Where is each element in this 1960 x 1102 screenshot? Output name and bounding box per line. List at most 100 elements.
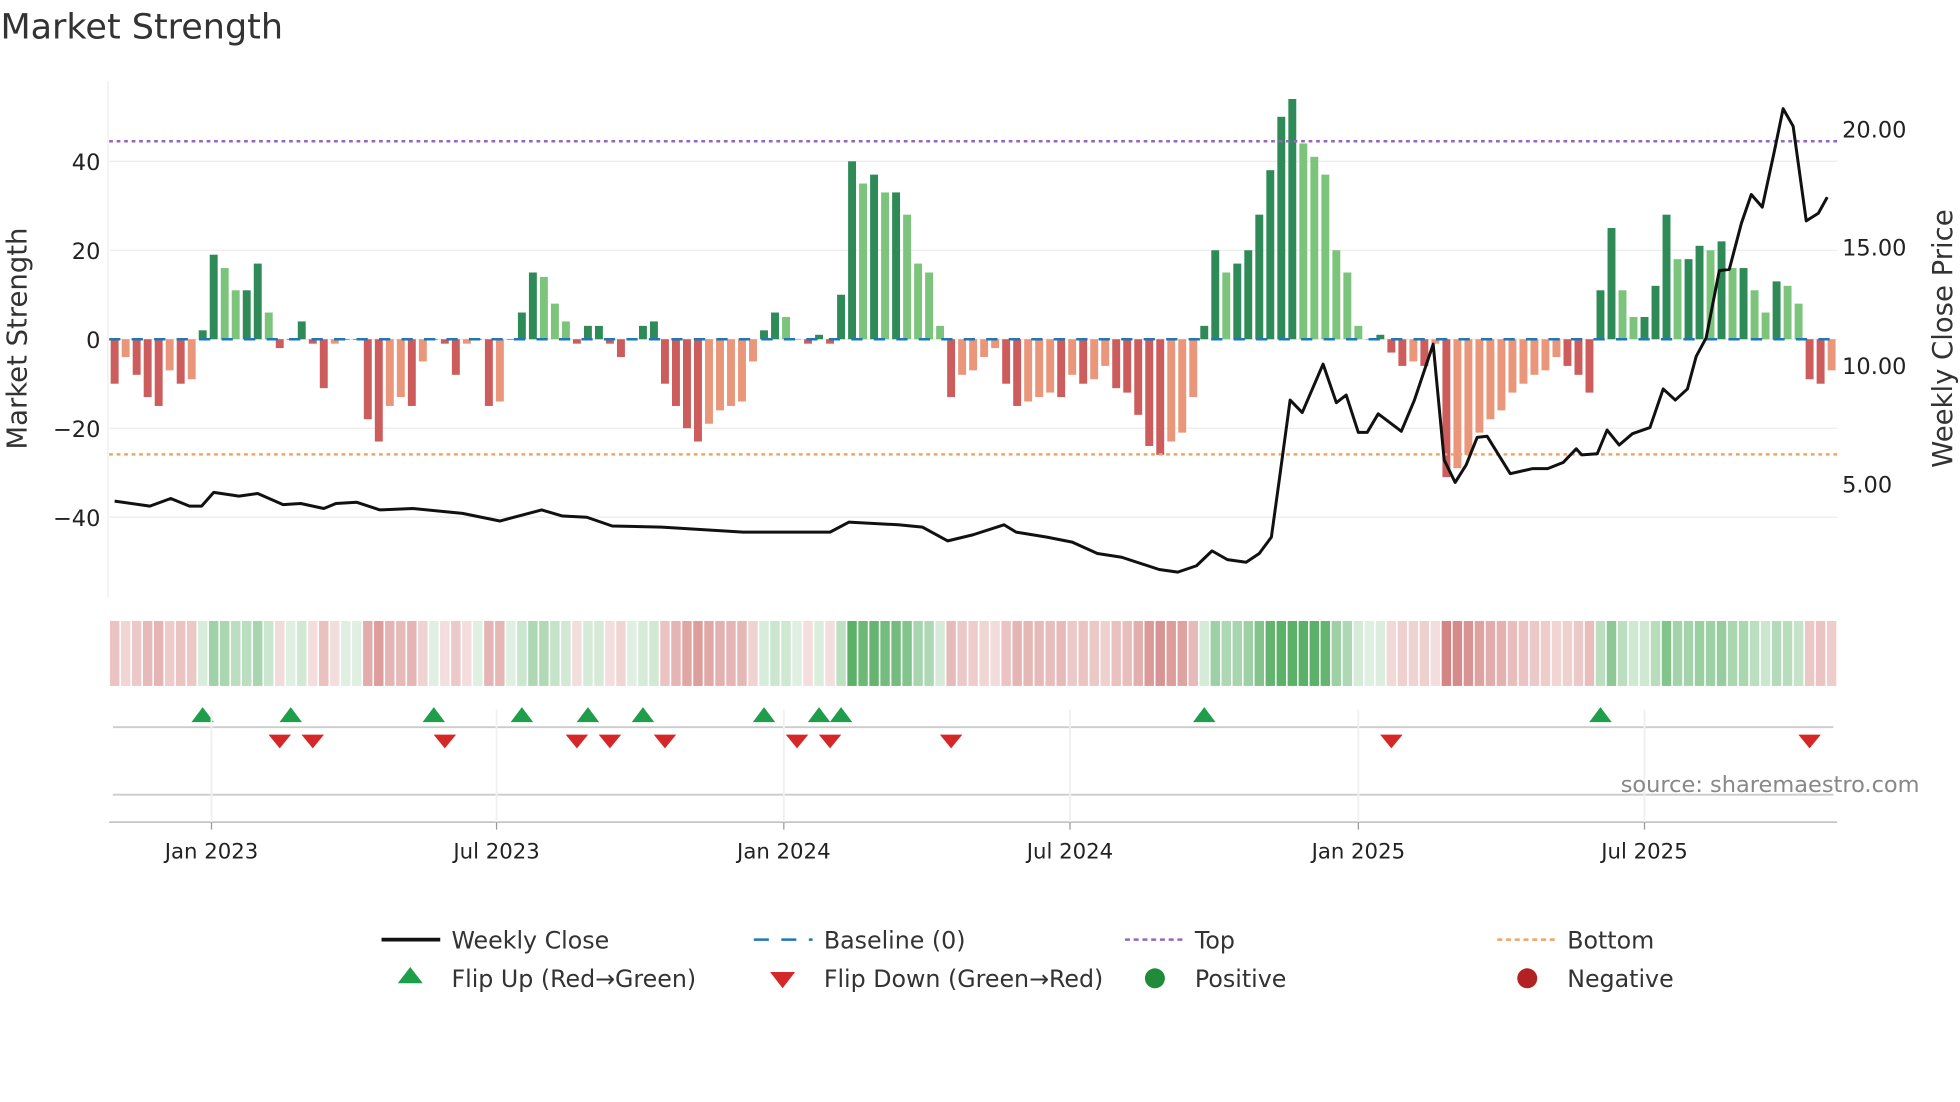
flip-up-marker <box>422 707 446 723</box>
heat-cell <box>1551 620 1562 686</box>
strength-bar <box>1805 339 1814 380</box>
heat-cell <box>1177 620 1187 686</box>
heat-cell <box>1100 620 1110 686</box>
heat-cell <box>583 620 593 686</box>
heat-cell <box>1188 620 1198 686</box>
heat-cell <box>704 620 714 686</box>
heat-cell <box>1815 620 1826 686</box>
heat-cell <box>1584 620 1595 686</box>
heat-cell <box>1760 620 1771 686</box>
strength-bar <box>1607 228 1616 340</box>
strength-bar <box>782 316 790 340</box>
heat-cell <box>1386 620 1397 686</box>
strength-bar <box>297 321 306 340</box>
heat-cell <box>1573 620 1584 686</box>
heat-strip <box>109 620 1837 686</box>
heat-cell <box>726 620 736 686</box>
strength-bar <box>198 330 207 340</box>
strength-bar <box>848 161 857 340</box>
heat-cell <box>1133 620 1143 686</box>
strength-bar <box>495 339 504 402</box>
strength-bar <box>1508 339 1517 393</box>
y2-tick-label: 20.00 <box>1842 117 1906 143</box>
heat-cell <box>473 620 483 686</box>
heat-cell <box>484 620 494 686</box>
heat-cell <box>924 620 934 686</box>
heat-cell <box>1694 620 1705 686</box>
heat-cell <box>649 620 659 686</box>
heat-cell <box>781 620 791 686</box>
strength-bar <box>1002 339 1011 384</box>
strength-bar <box>1717 241 1726 340</box>
heat-cell <box>1276 620 1287 686</box>
strength-bar <box>1090 339 1099 380</box>
heat-cell <box>120 620 131 686</box>
flip-down-marker <box>433 734 457 749</box>
heat-cell <box>1562 620 1573 686</box>
strength-bar <box>727 339 735 406</box>
heat-cell <box>242 620 252 686</box>
strength-bar <box>1266 170 1275 340</box>
strength-bar <box>683 339 691 429</box>
legend-positive-label: Positive <box>1195 965 1286 993</box>
strength-bar <box>1563 339 1572 366</box>
heat-cell <box>1419 620 1430 686</box>
heat-cell <box>297 620 307 686</box>
x-tick-label: Jul 2024 <box>1025 839 1113 864</box>
strength-bar <box>771 312 779 340</box>
x-tick-label: Jan 2023 <box>163 839 259 864</box>
heat-cell <box>1397 620 1408 686</box>
strength-bar <box>660 339 669 384</box>
heat-cell <box>1782 620 1793 686</box>
heat-cell <box>451 620 461 686</box>
heat-cell <box>1078 620 1088 686</box>
strength-bar <box>132 339 141 375</box>
flip-down-marker <box>301 734 325 749</box>
strength-bar <box>1189 339 1198 398</box>
heat-cell <box>219 620 230 686</box>
strength-bar <box>1167 339 1176 442</box>
heat-cell <box>836 620 846 686</box>
strength-bar <box>528 272 537 340</box>
heat-cell <box>737 620 747 686</box>
y-tick-label: 20 <box>72 239 101 265</box>
heat-cell <box>770 620 780 686</box>
strength-bar <box>385 339 394 406</box>
legend-negative-icon <box>1517 968 1538 989</box>
heat-cell <box>197 620 208 686</box>
heat-cell <box>1232 620 1242 686</box>
heat-cell <box>792 620 802 686</box>
heat-cell <box>1606 620 1617 686</box>
legend-flip-up-red-green-label: Flip Up (Red→Green) <box>451 965 696 993</box>
heat-cell <box>275 620 285 686</box>
strength-bar <box>418 339 427 362</box>
heat-cell <box>605 620 615 686</box>
strength-bar <box>1486 339 1495 420</box>
heat-cell <box>175 620 186 686</box>
strength-bar <box>958 339 967 375</box>
strength-bar <box>694 339 702 442</box>
strength-bar <box>1783 285 1792 340</box>
heat-cell <box>1331 620 1342 686</box>
y2-tick-label: 10.00 <box>1842 354 1906 380</box>
y-tick-label: −20 <box>53 417 100 443</box>
strength-bar <box>1519 339 1528 384</box>
heat-cell <box>550 620 560 686</box>
heat-cell <box>131 620 142 686</box>
strength-bar <box>253 263 262 340</box>
strength-bar <box>110 339 119 384</box>
strength-bar <box>1475 339 1484 433</box>
legend-baseline-0-label: Baseline (0) <box>824 926 966 954</box>
heat-cell <box>1540 620 1551 686</box>
strength-bar <box>220 268 229 340</box>
heat-cell <box>1628 620 1639 686</box>
strength-bar <box>1552 339 1561 358</box>
strength-bar <box>1068 339 1077 375</box>
strength-bar <box>1761 312 1770 340</box>
strength-bar <box>1035 339 1044 398</box>
strength-bar <box>1079 339 1088 384</box>
strength-bar <box>1453 339 1462 469</box>
strength-bar <box>1013 339 1022 406</box>
heat-cell <box>825 620 835 686</box>
heat-cell <box>1111 620 1121 686</box>
